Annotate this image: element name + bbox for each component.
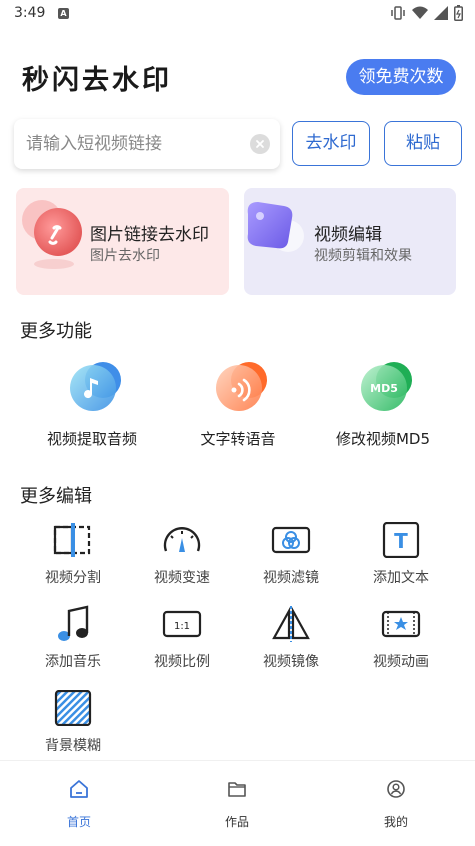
free-credits-button[interactable]: 领免费次数 bbox=[346, 59, 456, 95]
tool-label: 视频滤镜 bbox=[263, 570, 319, 586]
video-ratio-tool[interactable]: 1:1 视频比例 bbox=[132, 604, 232, 671]
nav-label: 我的 bbox=[383, 815, 408, 829]
clear-icon[interactable] bbox=[250, 134, 270, 154]
ratio-glyph: 1:1 bbox=[174, 621, 190, 632]
text-glyph: T bbox=[394, 529, 408, 553]
tool-label: 背景模糊 bbox=[45, 738, 101, 754]
extract-audio-item[interactable]: 视频提取音频 bbox=[17, 360, 167, 449]
filter-icon bbox=[271, 520, 311, 560]
paste-button[interactable]: 粘贴 bbox=[384, 121, 462, 166]
video-mirror-tool[interactable]: 视频镜像 bbox=[241, 604, 341, 671]
text-to-speech-item[interactable]: 文字转语音 bbox=[163, 360, 313, 449]
music-icon bbox=[53, 604, 93, 644]
speed-gauge-icon bbox=[162, 520, 202, 560]
nav-works[interactable]: 作品 bbox=[187, 779, 287, 830]
card-title: 视频编辑 bbox=[314, 225, 382, 245]
nav-label: 首页 bbox=[66, 815, 91, 829]
notification-a-icon: A bbox=[58, 8, 69, 19]
battery-icon bbox=[454, 5, 463, 21]
md5-badge: MD5 bbox=[370, 382, 398, 395]
video-animation-tool[interactable]: 视频动画 bbox=[351, 604, 451, 671]
feature-label: 修改视频MD5 bbox=[335, 430, 431, 448]
feature-label: 文字转语音 bbox=[200, 430, 276, 448]
card-title: 图片链接去水印 bbox=[90, 225, 209, 245]
add-music-tool[interactable]: 添加音乐 bbox=[23, 604, 123, 671]
mirror-icon bbox=[271, 604, 311, 644]
video-edit-card[interactable]: 视频编辑 视频剪辑和效果 bbox=[244, 188, 456, 295]
blur-icon bbox=[53, 688, 93, 728]
tool-label: 视频变速 bbox=[154, 570, 210, 586]
modify-md5-item[interactable]: MD5 修改视频MD5 bbox=[308, 360, 458, 449]
video-edit-icon bbox=[247, 202, 304, 252]
link-icon bbox=[22, 200, 82, 269]
tool-label: 视频镜像 bbox=[263, 654, 319, 670]
video-speed-tool[interactable]: 视频变速 bbox=[132, 520, 232, 587]
tool-label: 视频分割 bbox=[45, 570, 101, 586]
nav-home[interactable]: 首页 bbox=[29, 779, 129, 830]
animation-icon bbox=[381, 604, 421, 644]
video-link-input[interactable] bbox=[26, 119, 246, 169]
background-blur-tool[interactable]: 背景模糊 bbox=[23, 688, 123, 755]
signal-icon bbox=[434, 6, 448, 20]
search-box bbox=[14, 119, 280, 169]
bottom-nav: 首页 作品 我的 bbox=[0, 760, 475, 846]
tool-label: 添加文本 bbox=[373, 570, 429, 586]
video-split-tool[interactable]: 视频分割 bbox=[23, 520, 123, 587]
feature-label: 视频提取音频 bbox=[46, 430, 137, 448]
nav-profile[interactable]: 我的 bbox=[346, 779, 446, 830]
app-title: 秒闪去水印 bbox=[22, 65, 172, 96]
tool-label: 视频动画 bbox=[373, 654, 429, 670]
more-edit-title: 更多编辑 bbox=[20, 486, 92, 507]
remove-watermark-button[interactable]: 去水印 bbox=[292, 121, 370, 166]
sound-wave-icon bbox=[211, 360, 267, 414]
vibrate-icon bbox=[391, 6, 405, 20]
status-time: 3:49 bbox=[14, 5, 46, 21]
video-filter-tool[interactable]: 视频滤镜 bbox=[241, 520, 341, 587]
nav-label: 作品 bbox=[224, 815, 249, 829]
tool-label: 视频比例 bbox=[154, 654, 210, 670]
profile-icon bbox=[346, 779, 446, 801]
status-icons bbox=[390, 4, 463, 22]
tool-label: 添加音乐 bbox=[45, 654, 101, 670]
md5-icon: MD5 bbox=[356, 360, 412, 414]
ratio-icon: 1:1 bbox=[162, 604, 202, 644]
more-functions-title: 更多功能 bbox=[20, 321, 92, 342]
card-subtitle: 视频剪辑和效果 bbox=[314, 248, 412, 264]
music-note-icon bbox=[65, 360, 121, 414]
card-subtitle: 图片去水印 bbox=[90, 248, 160, 264]
status-bar: 3:49 A bbox=[0, 0, 475, 28]
home-icon bbox=[29, 779, 129, 801]
folder-icon bbox=[187, 779, 287, 801]
image-link-card[interactable]: 图片链接去水印 图片去水印 bbox=[16, 188, 229, 295]
split-icon bbox=[53, 520, 93, 560]
wifi-icon bbox=[412, 6, 428, 19]
add-text-tool[interactable]: T 添加文本 bbox=[351, 520, 451, 587]
text-icon: T bbox=[381, 520, 421, 560]
